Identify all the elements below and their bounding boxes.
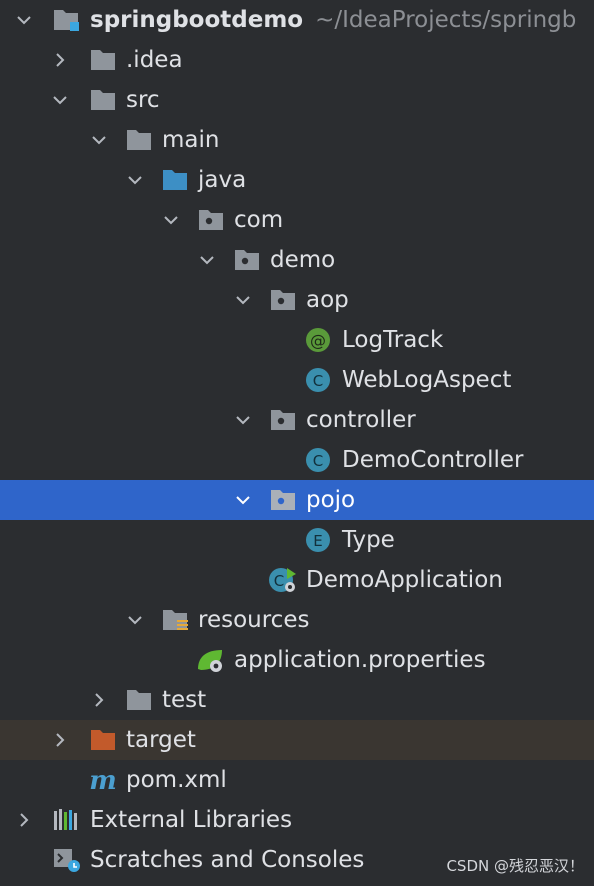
excluded-folder-icon — [88, 727, 118, 753]
tree-node-label: pom.xml — [126, 767, 227, 793]
package-icon — [232, 247, 262, 273]
tree-node-pojo[interactable]: pojo — [0, 480, 594, 520]
source-root-folder-icon — [160, 167, 190, 193]
tree-node-type[interactable]: E Type — [0, 520, 594, 560]
tree-node-label: aop — [306, 287, 349, 313]
tree-node-external-libraries[interactable]: External Libraries — [0, 800, 594, 840]
tree-node-demo[interactable]: demo — [0, 240, 594, 280]
chevron-right-icon[interactable] — [51, 731, 69, 749]
tree-node-application-properties[interactable]: application.properties — [0, 640, 594, 680]
tree-node-label: pojo — [306, 487, 356, 513]
tree-node-logtrack[interactable]: @ LogTrack — [0, 320, 594, 360]
tree-node-label: target — [126, 727, 196, 753]
chevron-down-icon[interactable] — [234, 411, 252, 429]
folder-icon — [88, 47, 118, 73]
tree-node-label: src — [126, 87, 160, 113]
annotation-icon: @ — [304, 327, 334, 353]
tree-node-label: WebLogAspect — [342, 367, 512, 393]
watermark: CSDN @残忍恶汉！ — [446, 857, 584, 875]
spring-properties-icon — [196, 647, 226, 673]
svg-text:C: C — [313, 452, 323, 470]
maven-icon: m — [88, 767, 118, 793]
tree-node-label: .idea — [126, 47, 183, 73]
tree-node-aop[interactable]: aop — [0, 280, 594, 320]
spring-boot-class-icon: C — [268, 567, 298, 593]
project-name: springbootdemo — [90, 7, 304, 33]
folder-icon — [88, 87, 118, 113]
tree-node-label: test — [162, 687, 207, 713]
tree-node-test[interactable]: test — [0, 680, 594, 720]
tree-node-label: DemoController — [342, 447, 524, 473]
tree-node-label: main — [162, 127, 220, 153]
tree-node-label: java — [198, 167, 247, 193]
tree-node-label: Type — [342, 527, 395, 553]
svg-text:@: @ — [310, 331, 326, 350]
tree-node-demoapplication[interactable]: C DemoApplication — [0, 560, 594, 600]
svg-text:C: C — [313, 372, 323, 390]
tree-node-label: controller — [306, 407, 416, 433]
chevron-right-icon[interactable] — [15, 811, 33, 829]
chevron-down-icon[interactable] — [126, 171, 144, 189]
svg-text:C: C — [274, 572, 284, 590]
tree-node-label: Scratches and Consoles — [90, 847, 365, 873]
chevron-down-icon[interactable] — [90, 131, 108, 149]
tree-node-src[interactable]: src — [0, 80, 594, 120]
package-icon — [196, 207, 226, 233]
tree-node-springbootdemo[interactable]: springbootdemo ~/IdeaProjects/springb — [0, 0, 594, 40]
tree-node-label: LogTrack — [342, 327, 444, 353]
project-path: ~/IdeaProjects/springb — [315, 7, 577, 33]
tree-node-label: External Libraries — [90, 807, 293, 833]
tree-node-label: DemoApplication — [306, 567, 503, 593]
tree-node-resources[interactable]: resources — [0, 600, 594, 640]
chevron-down-icon[interactable] — [162, 211, 180, 229]
package-icon — [268, 487, 298, 513]
svg-text:m: m — [89, 767, 117, 793]
chevron-down-icon[interactable] — [126, 611, 144, 629]
tree-node-label: demo — [270, 247, 336, 273]
project-tree: springbootdemo ~/IdeaProjects/springb .id… — [0, 0, 594, 880]
package-icon — [268, 287, 298, 313]
chevron-down-icon[interactable] — [15, 11, 33, 29]
resources-folder-icon — [160, 607, 190, 633]
class-icon: C — [304, 447, 334, 473]
chevron-right-icon[interactable] — [90, 691, 108, 709]
tree-node-pom-xml[interactable]: m pom.xml — [0, 760, 594, 800]
enum-icon: E — [304, 527, 334, 553]
scratches-icon — [52, 847, 82, 873]
chevron-down-icon[interactable] — [234, 491, 252, 509]
class-icon: C — [304, 367, 334, 393]
libraries-icon — [52, 807, 82, 833]
tree-node-democontroller[interactable]: C DemoController — [0, 440, 594, 480]
tree-node-controller[interactable]: controller — [0, 400, 594, 440]
package-icon — [268, 407, 298, 433]
tree-node-main[interactable]: main — [0, 120, 594, 160]
tree-node-target[interactable]: target — [0, 720, 594, 760]
tree-node-com[interactable]: com — [0, 200, 594, 240]
chevron-down-icon[interactable] — [234, 291, 252, 309]
folder-icon — [124, 687, 154, 713]
tree-node-label: application.properties — [234, 647, 486, 673]
svg-text:E: E — [313, 532, 322, 550]
chevron-right-icon[interactable] — [51, 51, 69, 69]
tree-node-java[interactable]: java — [0, 160, 594, 200]
tree-node-idea[interactable]: .idea — [0, 40, 594, 80]
tree-node-label: com — [234, 207, 284, 233]
chevron-down-icon[interactable] — [198, 251, 216, 269]
folder-icon — [124, 127, 154, 153]
tree-node-label: resources — [198, 607, 310, 633]
tree-node-weblogaspect[interactable]: C WebLogAspect — [0, 360, 594, 400]
project-folder-icon — [51, 7, 81, 33]
chevron-down-icon[interactable] — [51, 91, 69, 109]
